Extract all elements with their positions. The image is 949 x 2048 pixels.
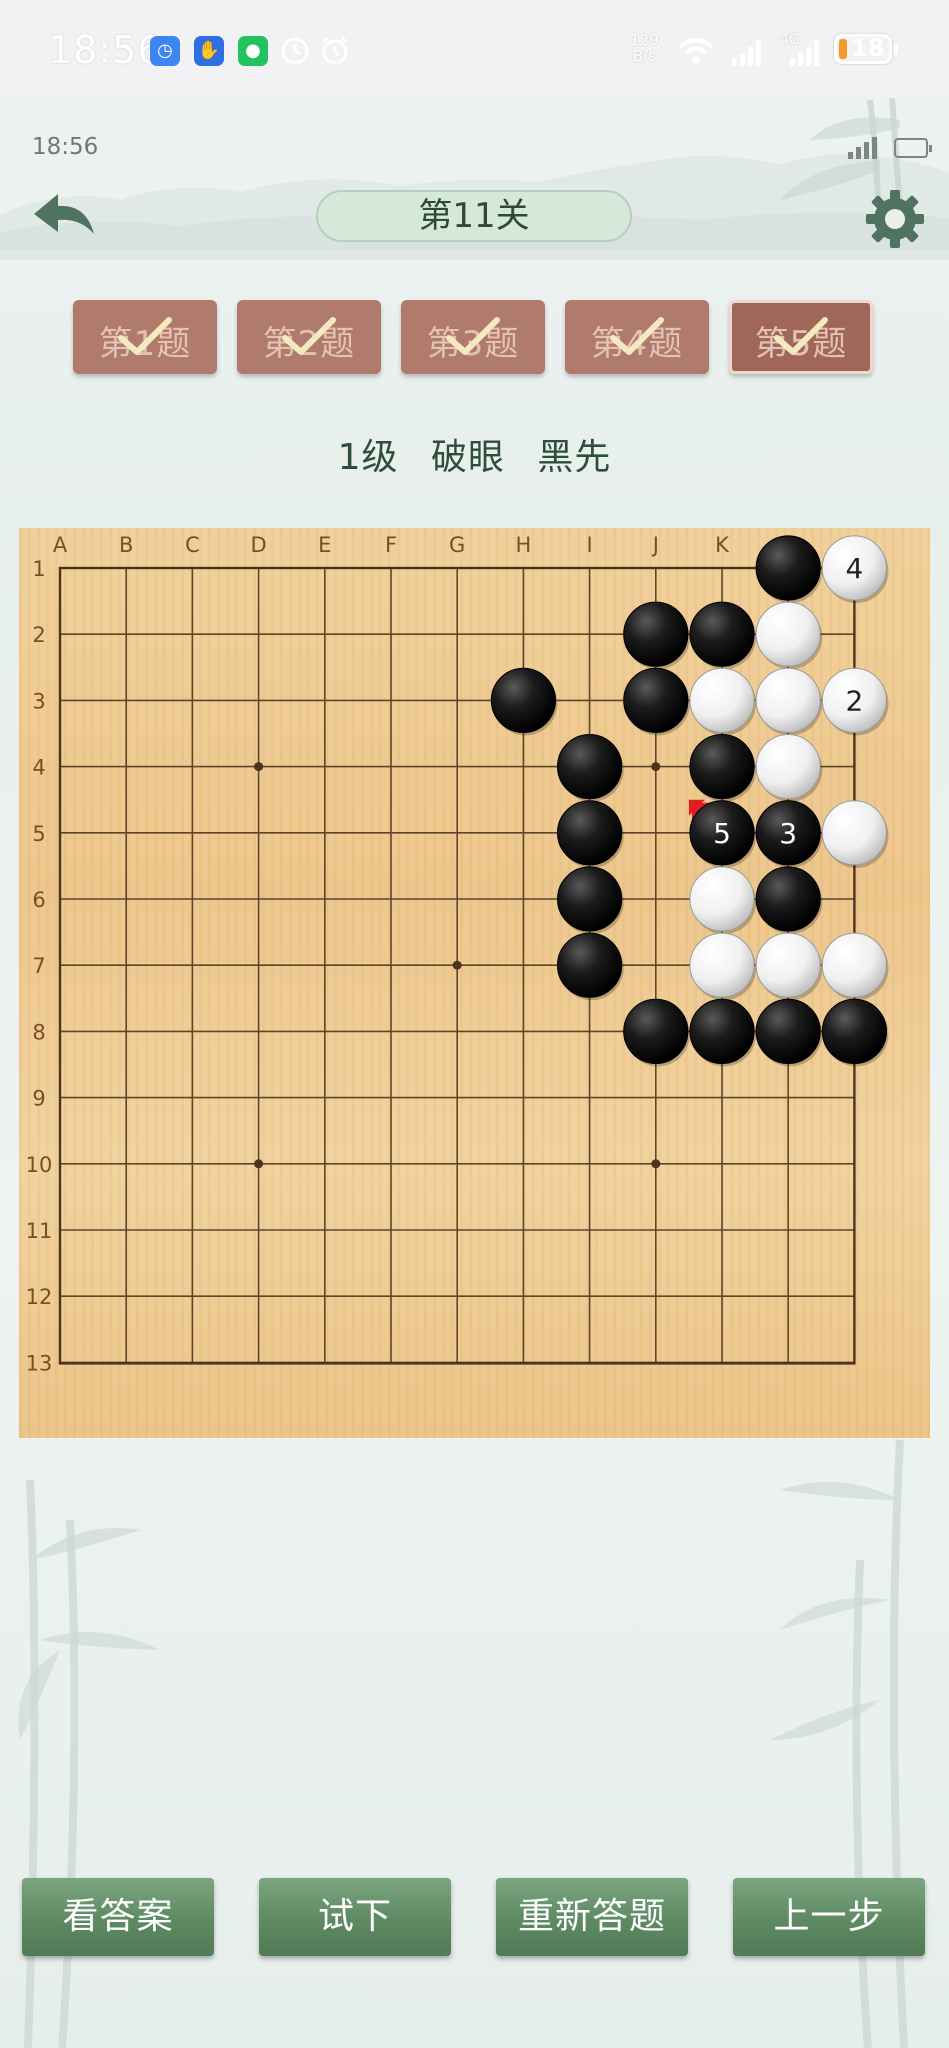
- star-point: [254, 1159, 264, 1169]
- speed-clock-icon: [281, 37, 309, 65]
- question-tab-5[interactable]: 第5题: [729, 300, 873, 374]
- question-tab-2[interactable]: 第2题: [237, 300, 381, 374]
- problem-first-move: 黑先: [537, 437, 612, 478]
- battery-level: 18: [851, 34, 885, 62]
- black-stone: [821, 998, 888, 1064]
- wifi-icon: [678, 38, 714, 64]
- alarm-icon: [322, 36, 348, 65]
- row-label: 9: [32, 1087, 45, 1111]
- network-speed: 129 B/s: [630, 32, 659, 64]
- check-icon: [446, 317, 500, 355]
- wechat-icon: ●: [238, 36, 268, 66]
- star-point: [254, 762, 264, 772]
- white-stone: [821, 800, 888, 866]
- stone-move-number: 3: [779, 817, 797, 850]
- black-stone: [689, 998, 755, 1064]
- back-button[interactable]: [28, 190, 100, 246]
- problem-topic: 破眼: [430, 437, 505, 478]
- cell-signal-icon: [732, 40, 761, 66]
- row-label: 4: [32, 756, 45, 780]
- question-tab-3[interactable]: 第3题: [401, 300, 545, 374]
- black-stone: [689, 734, 755, 800]
- black-stone: [557, 800, 623, 866]
- app-clock: 18:56: [32, 134, 99, 160]
- row-label: 13: [26, 1351, 53, 1375]
- network-speed-value: 129: [630, 31, 659, 49]
- white-stone: [689, 866, 755, 932]
- hand-app-icon: ✋: [194, 36, 224, 66]
- stone-move-number: 5: [713, 817, 731, 850]
- undo-button[interactable]: 上一步: [733, 1878, 925, 1956]
- black-stone: [755, 998, 821, 1064]
- app-battery-icon: [894, 138, 932, 158]
- go-board-svg[interactable]: ABCDEFGHIJKLM12345678910111213 4253: [19, 528, 930, 1438]
- column-label: I: [586, 533, 592, 557]
- restart-button[interactable]: 重新答题: [496, 1878, 688, 1956]
- black-stone: [623, 601, 689, 667]
- column-label: J: [651, 533, 659, 557]
- level-title: 第11关: [316, 190, 632, 242]
- try-move-button[interactable]: 试下: [259, 1878, 451, 1956]
- black-stone: [490, 667, 556, 733]
- column-label: E: [318, 533, 331, 557]
- stone-move-number: 4: [845, 552, 863, 585]
- column-label: H: [516, 533, 532, 557]
- row-label: 11: [26, 1219, 53, 1243]
- clock-app-icon: ◷: [150, 36, 180, 66]
- row-label: 8: [32, 1020, 45, 1044]
- stone-move-number: 2: [845, 684, 863, 717]
- question-tab-1[interactable]: 第1题: [73, 300, 217, 374]
- column-label: D: [251, 533, 267, 557]
- go-board[interactable]: ABCDEFGHIJKLM12345678910111213 4253: [19, 528, 930, 1438]
- check-icon: [610, 317, 664, 355]
- white-stone: [755, 601, 821, 667]
- black-stone: [623, 667, 689, 733]
- network-speed-unit: B/s: [632, 47, 656, 65]
- battery-icon: 18: [834, 34, 898, 64]
- check-icon: [118, 317, 172, 355]
- row-label: 5: [32, 822, 45, 846]
- column-label: A: [53, 533, 68, 557]
- problem-info: 1级 破眼 黑先: [0, 428, 949, 480]
- black-stone: [755, 535, 821, 601]
- row-label: 1: [32, 557, 45, 581]
- black-stone: [557, 734, 623, 800]
- white-stone: [755, 932, 821, 998]
- column-label: B: [119, 533, 133, 557]
- white-stone: [689, 667, 755, 733]
- white-stone: [755, 667, 821, 733]
- app-signal-icon: [848, 137, 877, 159]
- white-stone: [821, 932, 888, 998]
- settings-gear-icon[interactable]: [862, 186, 928, 252]
- white-stone: [689, 932, 755, 998]
- stones: 4 2 5 3: [490, 535, 889, 1067]
- row-label: 3: [32, 689, 45, 713]
- star-point: [452, 960, 462, 970]
- check-icon: [774, 317, 828, 355]
- black-stone: [557, 932, 623, 998]
- cell-signal-2-icon: [790, 40, 819, 66]
- black-stone: [755, 866, 821, 932]
- black-stone: [689, 601, 755, 667]
- row-label: 2: [32, 623, 45, 647]
- column-label: K: [715, 533, 730, 557]
- status-time: 18:56: [48, 28, 163, 72]
- row-label: 12: [26, 1285, 53, 1309]
- column-label: F: [385, 533, 397, 557]
- column-label: G: [449, 533, 465, 557]
- problem-level: 1级: [337, 437, 399, 478]
- question-tab-4[interactable]: 第4题: [565, 300, 709, 374]
- row-label: 10: [26, 1153, 53, 1177]
- star-point: [651, 1159, 661, 1169]
- check-icon: [282, 317, 336, 355]
- star-point: [651, 762, 661, 772]
- row-label: 6: [32, 888, 45, 912]
- black-stone: [623, 998, 689, 1064]
- column-label: C: [185, 533, 200, 557]
- white-stone: [755, 734, 821, 800]
- show-answer-button[interactable]: 看答案: [22, 1878, 214, 1956]
- system-status-bar: 18:56 ◷ ✋ ● 129 B/s 4G 18: [0, 0, 949, 98]
- row-label: 7: [32, 954, 45, 978]
- black-stone: [557, 866, 623, 932]
